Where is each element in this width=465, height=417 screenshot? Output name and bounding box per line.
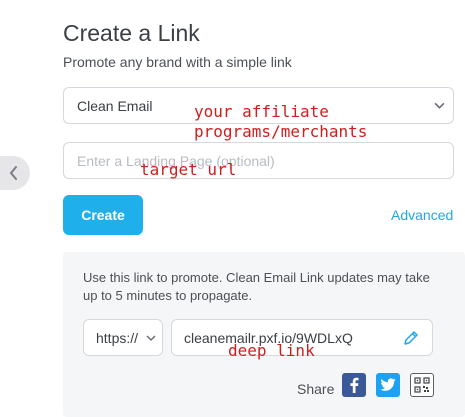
merchant-select-value: Clean Email xyxy=(77,97,153,114)
facebook-icon xyxy=(350,377,359,393)
protocol-select[interactable]: https:// xyxy=(83,319,163,356)
qr-code-icon xyxy=(414,377,430,393)
page-title: Create a Link xyxy=(63,20,200,46)
create-button[interactable]: Create xyxy=(63,195,143,235)
twitter-share-button[interactable] xyxy=(376,373,400,397)
facebook-share-button[interactable] xyxy=(342,373,366,397)
protocol-select-value: https:// xyxy=(96,329,139,346)
chevron-down-icon xyxy=(146,335,156,342)
affiliate-annotation-line-2: programs/merchants xyxy=(194,122,368,141)
pencil-icon[interactable] xyxy=(402,329,420,347)
twitter-icon xyxy=(380,378,396,391)
chevron-down-icon xyxy=(434,102,445,109)
deep-link-annotation: deep link xyxy=(228,341,315,360)
advanced-link[interactable]: Advanced xyxy=(391,207,453,223)
affiliate-annotation: your affiliate programs/merchants xyxy=(194,102,367,142)
share-label: Share xyxy=(297,381,335,397)
page-subtitle: Promote any brand with a simple link xyxy=(63,54,292,70)
landing-page-input[interactable] xyxy=(63,142,454,179)
target-url-annotation: target url xyxy=(140,160,237,179)
chevron-left-icon xyxy=(9,166,17,180)
affiliate-annotation-line-1: your affiliate xyxy=(194,102,329,121)
back-tab[interactable] xyxy=(0,156,30,190)
result-info-text: Use this link to promote. Clean Email Li… xyxy=(83,270,430,303)
qr-code-share-button[interactable] xyxy=(410,373,434,397)
